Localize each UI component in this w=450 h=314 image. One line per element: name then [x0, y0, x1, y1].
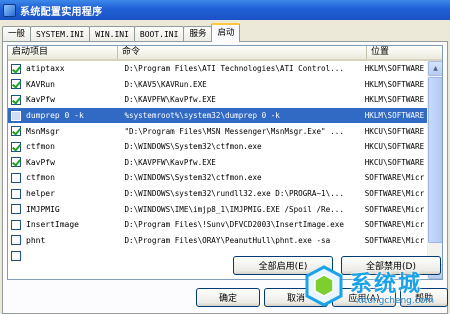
watermark: 系统城 xitongcheng.com: [300, 262, 448, 314]
row-command: %systemroot%\system32\dumprep 0 -k: [124, 111, 280, 121]
ok-button[interactable]: 确定: [196, 288, 260, 307]
row-checkbox[interactable]: [11, 157, 21, 168]
row-startup-item: InsertImage: [26, 220, 79, 230]
row-command: D:\WINDOWS\System32\ctfmon.exe: [124, 173, 262, 183]
table-row[interactable]: KAVRun D:\KAV5\KAVRun.EXE HKLM\SOFTWARE: [8, 77, 438, 93]
row-startup-item: atiptaxx: [26, 64, 65, 74]
row-command: D:\WINDOWS\system32\rundll32.exe D:\PROG…: [124, 189, 344, 199]
watermark-url: xitongcheng.com: [356, 296, 434, 306]
row-checkbox[interactable]: [11, 235, 21, 246]
table-row[interactable]: MsnMsgr "D:\Program Files\MSN Messenger\M…: [8, 123, 438, 139]
row-command: D:\Program Files\!Sunv\DFVCD2003\InsertI…: [124, 220, 344, 230]
row-checkbox[interactable]: [11, 250, 21, 261]
scroll-thumb[interactable]: [428, 77, 442, 243]
table-row[interactable]: atiptaxx D:\Program Files\ATI Technologie…: [8, 61, 438, 77]
column-header-command[interactable]: 命令: [118, 46, 367, 59]
list-rows: atiptaxx D:\Program Files\ATI Technologie…: [8, 61, 438, 264]
row-command: D:\Program Files\ORAY\PeanutHull\phnt.ex…: [124, 235, 331, 245]
row-checkbox[interactable]: [11, 219, 21, 230]
row-checkbox[interactable]: [11, 188, 21, 199]
tab-system-ini[interactable]: SYSTEM.INI: [30, 26, 91, 42]
table-row[interactable]: InsertImage D:\Program Files\!Sunv\DFVCD2…: [8, 217, 438, 233]
watermark-logo-icon: [305, 265, 343, 307]
row-checkbox[interactable]: [11, 79, 21, 90]
row-command: "D:\Program Files\MSN Messenger\MsnMsgr.…: [124, 126, 344, 136]
table-row[interactable]: helper D:\WINDOWS\system32\rundll32.exe D…: [8, 186, 438, 202]
table-row[interactable]: ctfmon D:\WINDOWS\System32\ctfmon.exe HKCU…: [8, 139, 438, 155]
tab-win-ini[interactable]: WIN.INI: [89, 26, 135, 42]
startup-list[interactable]: 启动项目 命令 位置 atiptaxx D:\Program Files\ATI …: [7, 45, 443, 280]
row-command: D:\WINDOWS\System32\ctfmon.exe: [124, 142, 262, 152]
table-row[interactable]: phnt D:\Program Files\ORAY\PeanutHull\phn…: [8, 233, 438, 249]
table-row[interactable]: dumprep 0 -k %systemroot%\system32\dumpre…: [8, 107, 438, 124]
vertical-scrollbar[interactable]: ▲ ▼: [427, 61, 442, 279]
row-command: D:\KAV5\KAVRun.EXE: [124, 79, 207, 89]
row-checkbox[interactable]: [11, 172, 21, 183]
row-checkbox[interactable]: [11, 94, 21, 105]
table-row[interactable]: KavPfw D:\KAVPFW\KavPfw.EXE HKCU\SOFTWARE: [8, 155, 438, 171]
tab-startup[interactable]: 启动: [211, 23, 241, 42]
tab-general[interactable]: 一般: [2, 26, 32, 42]
tab-strip: 一般 SYSTEM.INI WIN.INI BOOT.INI 服务 启动: [2, 22, 241, 42]
table-row[interactable]: ctfmon D:\WINDOWS\System32\ctfmon.exe SOFT…: [8, 170, 438, 186]
tab-boot-ini[interactable]: BOOT.INI: [133, 26, 185, 42]
row-startup-item: MsnMsgr: [26, 126, 60, 136]
row-checkbox[interactable]: [11, 126, 21, 137]
table-row[interactable]: KavPfw D:\KAVPFW\KavPfw.EXE HKLM\SOFTWARE: [8, 92, 438, 108]
row-startup-item: ctfmon: [26, 173, 55, 183]
column-header-location[interactable]: 位置: [367, 46, 442, 59]
row-startup-item: KavPfw: [26, 157, 55, 167]
row-checkbox[interactable]: [11, 141, 21, 152]
row-startup-item: IMJPMIG: [26, 204, 60, 214]
row-checkbox[interactable]: [11, 204, 21, 215]
row-startup-item: KAVRun: [26, 79, 55, 89]
row-startup-item: phnt: [26, 235, 46, 245]
row-command: D:\Program Files\ATI Technologies\ATI Co…: [124, 64, 344, 74]
watermark-text: 系统城: [350, 272, 423, 297]
row-command: D:\KAVPFW\KavPfw.EXE: [124, 157, 216, 167]
row-checkbox[interactable]: [11, 110, 21, 121]
row-command: D:\WINDOWS\IME\imjp8_1\IMJPMIG.EXE /Spoi…: [124, 204, 344, 214]
row-checkbox[interactable]: [11, 63, 21, 74]
column-header-startup-item[interactable]: 启动项目: [8, 46, 118, 59]
scroll-up-button[interactable]: ▲: [428, 61, 442, 76]
title-bar[interactable]: 系统配置实用程序: [0, 0, 450, 20]
window-title: 系统配置实用程序: [20, 6, 103, 18]
list-header: 启动项目 命令 位置: [8, 46, 442, 61]
row-startup-item: KavPfw: [26, 95, 55, 105]
row-startup-item: dumprep 0 -k: [26, 111, 84, 121]
tab-services[interactable]: 服务: [183, 26, 213, 42]
table-row[interactable]: IMJPMIG D:\WINDOWS\IME\imjp8_1\IMJPMIG.EX…: [8, 201, 438, 217]
row-startup-item: ctfmon: [26, 142, 55, 152]
row-command: D:\KAVPFW\KavPfw.EXE: [124, 95, 216, 105]
app-icon: [3, 3, 16, 17]
row-startup-item: helper: [26, 189, 55, 199]
